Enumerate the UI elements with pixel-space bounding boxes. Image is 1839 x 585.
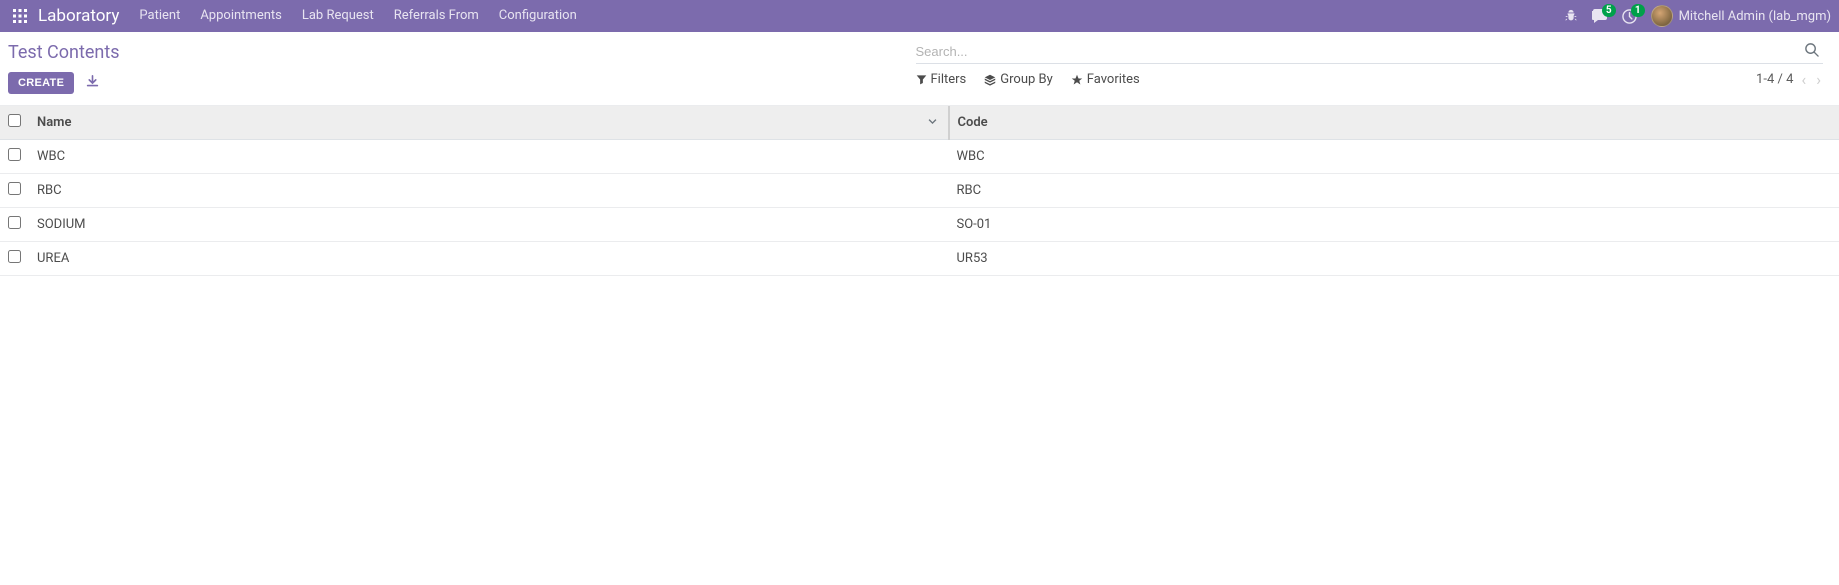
- nav-links: Patient Appointments Lab Request Referra…: [129, 0, 586, 32]
- row-checkbox-cell: [0, 140, 29, 174]
- table-container: Name Code WBC WBC RBC RBC: [0, 106, 1839, 276]
- nav-link-lab-request[interactable]: Lab Request: [292, 0, 384, 32]
- cell-code: UR53: [949, 242, 1839, 276]
- messages-badge: 5: [1602, 4, 1616, 17]
- filters-label: Filters: [931, 72, 967, 87]
- filters-button[interactable]: Filters: [916, 72, 967, 87]
- user-label: Mitchell Admin (lab_mgm): [1679, 9, 1831, 24]
- table-row[interactable]: RBC RBC: [0, 174, 1839, 208]
- apps-icon[interactable]: [8, 4, 32, 28]
- row-checkbox-cell: [0, 174, 29, 208]
- activities-icon[interactable]: 1: [1622, 9, 1637, 24]
- layers-icon: [984, 74, 996, 86]
- page-title: Test Contents: [8, 40, 916, 71]
- nav-link-appointments[interactable]: Appointments: [190, 0, 292, 32]
- row-checkbox-cell: [0, 242, 29, 276]
- activities-badge: 1: [1631, 4, 1645, 17]
- row-checkbox[interactable]: [8, 250, 21, 263]
- table-row[interactable]: UREA UR53: [0, 242, 1839, 276]
- cp-right: Filters Group By Favorites 1-4 / 4 ‹ ›: [916, 40, 1824, 97]
- favorites-label: Favorites: [1087, 72, 1140, 87]
- cell-name: WBC: [29, 140, 949, 174]
- table-header-row: Name Code: [0, 106, 1839, 140]
- avatar: [1651, 5, 1673, 27]
- pager-prev[interactable]: ‹: [1799, 70, 1808, 89]
- table-row[interactable]: SODIUM SO-01: [0, 208, 1839, 242]
- nav-link-configuration[interactable]: Configuration: [489, 0, 587, 32]
- favorites-button[interactable]: Favorites: [1071, 72, 1140, 87]
- row-checkbox[interactable]: [8, 216, 21, 229]
- groupby-label: Group By: [1000, 72, 1053, 87]
- user-menu[interactable]: Mitchell Admin (lab_mgm): [1651, 5, 1831, 27]
- header-name[interactable]: Name: [29, 106, 949, 140]
- row-checkbox[interactable]: [8, 148, 21, 161]
- cell-code: RBC: [949, 174, 1839, 208]
- navbar-right: 5 1 Mitchell Admin (lab_mgm): [1564, 5, 1831, 27]
- cp-buttons: CREATE: [8, 71, 916, 105]
- row-checkbox-cell: [0, 208, 29, 242]
- nav-link-referrals-from[interactable]: Referrals From: [384, 0, 489, 32]
- groupby-button[interactable]: Group By: [984, 72, 1053, 87]
- bug-icon[interactable]: [1564, 9, 1578, 23]
- create-button[interactable]: CREATE: [8, 72, 74, 94]
- pager-next[interactable]: ›: [1814, 70, 1823, 89]
- header-code-label: Code: [958, 115, 988, 130]
- control-panel: Test Contents CREATE: [0, 32, 1839, 106]
- cell-name: RBC: [29, 174, 949, 208]
- chevron-down-icon: [927, 115, 938, 130]
- select-all-checkbox[interactable]: [8, 114, 21, 127]
- filter-row: Filters Group By Favorites 1-4 / 4 ‹ ›: [916, 70, 1824, 97]
- search-icon[interactable]: [1800, 42, 1823, 61]
- navbar: Laboratory Patient Appointments Lab Requ…: [0, 0, 1839, 32]
- nav-link-patient[interactable]: Patient: [129, 0, 190, 32]
- pager: 1-4 / 4 ‹ ›: [1756, 70, 1823, 89]
- row-checkbox[interactable]: [8, 182, 21, 195]
- table-row[interactable]: WBC WBC: [0, 140, 1839, 174]
- cell-name: SODIUM: [29, 208, 949, 242]
- star-icon: [1071, 74, 1083, 86]
- cell-code: SO-01: [949, 208, 1839, 242]
- cell-code: WBC: [949, 140, 1839, 174]
- navbar-left: Laboratory Patient Appointments Lab Requ…: [8, 0, 587, 32]
- download-icon: [86, 75, 99, 88]
- brand-label[interactable]: Laboratory: [38, 6, 129, 26]
- header-name-label: Name: [37, 115, 71, 130]
- header-code[interactable]: Code: [949, 106, 1839, 140]
- header-checkbox-cell: [0, 106, 29, 140]
- data-table: Name Code WBC WBC RBC RBC: [0, 106, 1839, 276]
- cell-name: UREA: [29, 242, 949, 276]
- download-button[interactable]: [80, 71, 105, 95]
- pager-text[interactable]: 1-4 / 4: [1756, 72, 1793, 87]
- cp-left: Test Contents CREATE: [8, 40, 916, 105]
- funnel-icon: [916, 74, 927, 85]
- messages-icon[interactable]: 5: [1592, 9, 1608, 23]
- search-input[interactable]: [916, 40, 1801, 63]
- search-row: [916, 40, 1824, 64]
